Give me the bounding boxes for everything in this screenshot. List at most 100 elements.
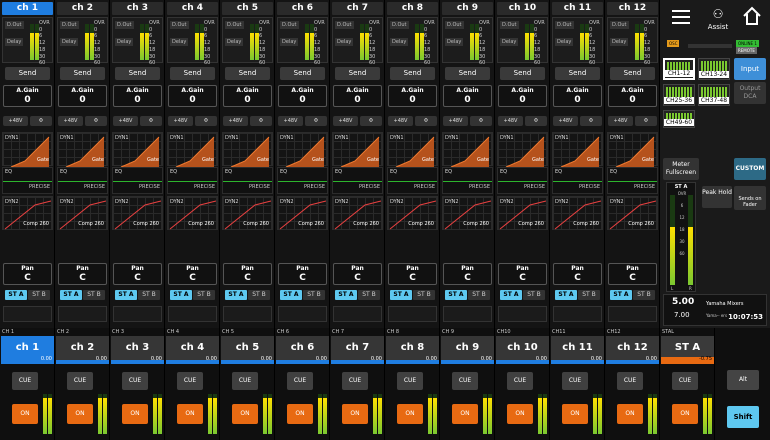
dca-assign-area[interactable]	[168, 306, 217, 322]
send-button[interactable]: Send	[445, 67, 490, 80]
bank-button-ch37-48[interactable]: CH37-48	[698, 84, 730, 106]
on-button[interactable]: ON	[67, 404, 93, 424]
bank-button-ch13-24[interactable]: CH13-24	[698, 58, 730, 80]
on-button[interactable]: ON	[562, 404, 588, 424]
send-button[interactable]: Send	[390, 67, 435, 80]
phase-button[interactable]: Φ	[85, 116, 107, 126]
channel-name[interactable]: ch 11	[552, 2, 603, 15]
pan-knob[interactable]: Pan C	[333, 263, 382, 285]
bank-button-ch25-36[interactable]: CH25-36	[663, 84, 695, 106]
dyn1-graph[interactable]: DYN1 Gate	[222, 132, 273, 167]
phantom-button[interactable]: +48V	[608, 116, 633, 126]
phantom-button[interactable]: +48V	[168, 116, 193, 126]
routing-meter-area[interactable]: D.Out Delay OVR 0 6 12 18 30 60	[552, 17, 603, 66]
channel-name[interactable]: ch 5	[222, 2, 273, 15]
pan-knob[interactable]: Pan C	[3, 263, 52, 285]
dyn1-graph[interactable]: DYN1 Gate	[607, 132, 658, 167]
channel-name[interactable]: ch 7	[332, 2, 383, 15]
routing-meter-area[interactable]: D.Out Delay OVR 0 6 12 18 30 60	[387, 17, 438, 66]
dyn2-graph[interactable]: DYN2 Comp 260	[277, 196, 328, 230]
gain-knob[interactable]: A.Gain 0	[3, 85, 52, 107]
dca-assign-area[interactable]	[113, 306, 162, 322]
on-button[interactable]: ON	[232, 404, 258, 424]
channel-name[interactable]: ch 1	[2, 2, 53, 15]
dyn1-graph[interactable]: DYN1 Gate	[497, 132, 548, 167]
dca-assign-area[interactable]	[388, 306, 437, 322]
dyn2-graph[interactable]: DYN2 Comp 260	[387, 196, 438, 230]
st-b-button[interactable]: ST B	[28, 290, 50, 300]
dca-assign-area[interactable]	[553, 306, 602, 322]
on-button[interactable]: ON	[617, 404, 643, 424]
routing-meter-area[interactable]: D.Out Delay OVR 0 6 12 18 30 60	[442, 17, 493, 66]
dyn1-graph[interactable]: DYN1 Gate	[57, 132, 108, 167]
eq-graph[interactable]: EQ PRECISE	[552, 167, 603, 194]
channel-name[interactable]: ch 10	[497, 2, 548, 15]
st-b-button[interactable]: ST B	[193, 290, 215, 300]
cue-button[interactable]: CUE	[12, 372, 38, 390]
routing-meter-area[interactable]: D.Out Delay OVR 0 6 12 18 30 60	[607, 17, 658, 66]
phantom-button[interactable]: +48V	[223, 116, 248, 126]
st-a-button[interactable]: ST A	[335, 290, 357, 300]
dyn1-graph[interactable]: DYN1 Gate	[277, 132, 328, 167]
st-a-button[interactable]: ST A	[60, 290, 82, 300]
channel-name[interactable]: ch 9	[442, 2, 493, 15]
pan-knob[interactable]: Pan C	[498, 263, 547, 285]
scene-display[interactable]: 5.00 7.00 Yamaha Mixers Yama-- ers 10:07…	[663, 294, 767, 326]
pan-knob[interactable]: Pan C	[608, 263, 657, 285]
phase-button[interactable]: Φ	[305, 116, 327, 126]
gain-knob[interactable]: A.Gain 0	[553, 85, 602, 107]
dyn1-graph[interactable]: DYN1 Gate	[387, 132, 438, 167]
dca-assign-area[interactable]	[498, 306, 547, 322]
pan-knob[interactable]: Pan C	[223, 263, 272, 285]
st-a-button[interactable]: ST A	[500, 290, 522, 300]
dca-assign-area[interactable]	[58, 306, 107, 322]
send-button[interactable]: Send	[555, 67, 600, 80]
routing-meter-area[interactable]: D.Out Delay OVR 0 6 12 18 30 60	[167, 17, 218, 66]
dyn1-graph[interactable]: DYN1 Gate	[167, 132, 218, 167]
eq-graph[interactable]: EQ PRECISE	[57, 167, 108, 194]
dyn2-graph[interactable]: DYN2 Comp 260	[607, 196, 658, 230]
on-button[interactable]: ON	[12, 404, 38, 424]
st-b-button[interactable]: ST B	[633, 290, 655, 300]
pan-knob[interactable]: Pan C	[113, 263, 162, 285]
phantom-button[interactable]: +48V	[553, 116, 578, 126]
send-button[interactable]: Send	[335, 67, 380, 80]
st-a-button[interactable]: ST A	[170, 290, 192, 300]
gain-knob[interactable]: A.Gain 0	[223, 85, 272, 107]
phantom-button[interactable]: +48V	[443, 116, 468, 126]
gain-knob[interactable]: A.Gain 0	[443, 85, 492, 107]
assist-button[interactable]: ⚇ Assist	[704, 3, 732, 33]
dyn2-graph[interactable]: DYN2 Comp 260	[57, 196, 108, 230]
st-b-button[interactable]: ST B	[248, 290, 270, 300]
dyn2-graph[interactable]: DYN2 Comp 260	[497, 196, 548, 230]
routing-meter-area[interactable]: D.Out Delay OVR 0 6 12 18 30 60	[112, 17, 163, 66]
st-b-button[interactable]: ST B	[358, 290, 380, 300]
eq-graph[interactable]: EQ PRECISE	[607, 167, 658, 194]
dyn1-graph[interactable]: DYN1 Gate	[442, 132, 493, 167]
phase-button[interactable]: Φ	[635, 116, 657, 126]
routing-meter-area[interactable]: D.Out Delay OVR 0 6 12 18 30 60	[277, 17, 328, 66]
send-button[interactable]: Send	[500, 67, 545, 80]
eq-graph[interactable]: EQ PRECISE	[167, 167, 218, 194]
menu-icon[interactable]	[672, 10, 690, 24]
sends-on-fader-button[interactable]: Sends on Fader	[734, 186, 766, 210]
phase-button[interactable]: Φ	[525, 116, 547, 126]
phase-button[interactable]: Φ	[250, 116, 272, 126]
cue-button[interactable]: CUE	[177, 372, 203, 390]
pan-knob[interactable]: Pan C	[278, 263, 327, 285]
channel-name[interactable]: ch 8	[387, 2, 438, 15]
send-button[interactable]: Send	[280, 67, 325, 80]
input-button[interactable]: Input	[734, 58, 766, 80]
on-button[interactable]: ON	[452, 404, 478, 424]
channel-name[interactable]: ch 4	[167, 2, 218, 15]
shift-button[interactable]: Shift	[727, 406, 759, 428]
gain-knob[interactable]: A.Gain 0	[278, 85, 327, 107]
phantom-button[interactable]: +48V	[113, 116, 138, 126]
bank-button-ch49-60[interactable]: CH49-60	[663, 110, 695, 128]
st-a-button[interactable]: ST A	[115, 290, 137, 300]
alt-button[interactable]: Alt	[727, 370, 759, 390]
st-b-button[interactable]: ST B	[83, 290, 105, 300]
st-a-button[interactable]: ST A	[445, 290, 467, 300]
eq-graph[interactable]: EQ PRECISE	[112, 167, 163, 194]
on-button[interactable]: ON	[177, 404, 203, 424]
